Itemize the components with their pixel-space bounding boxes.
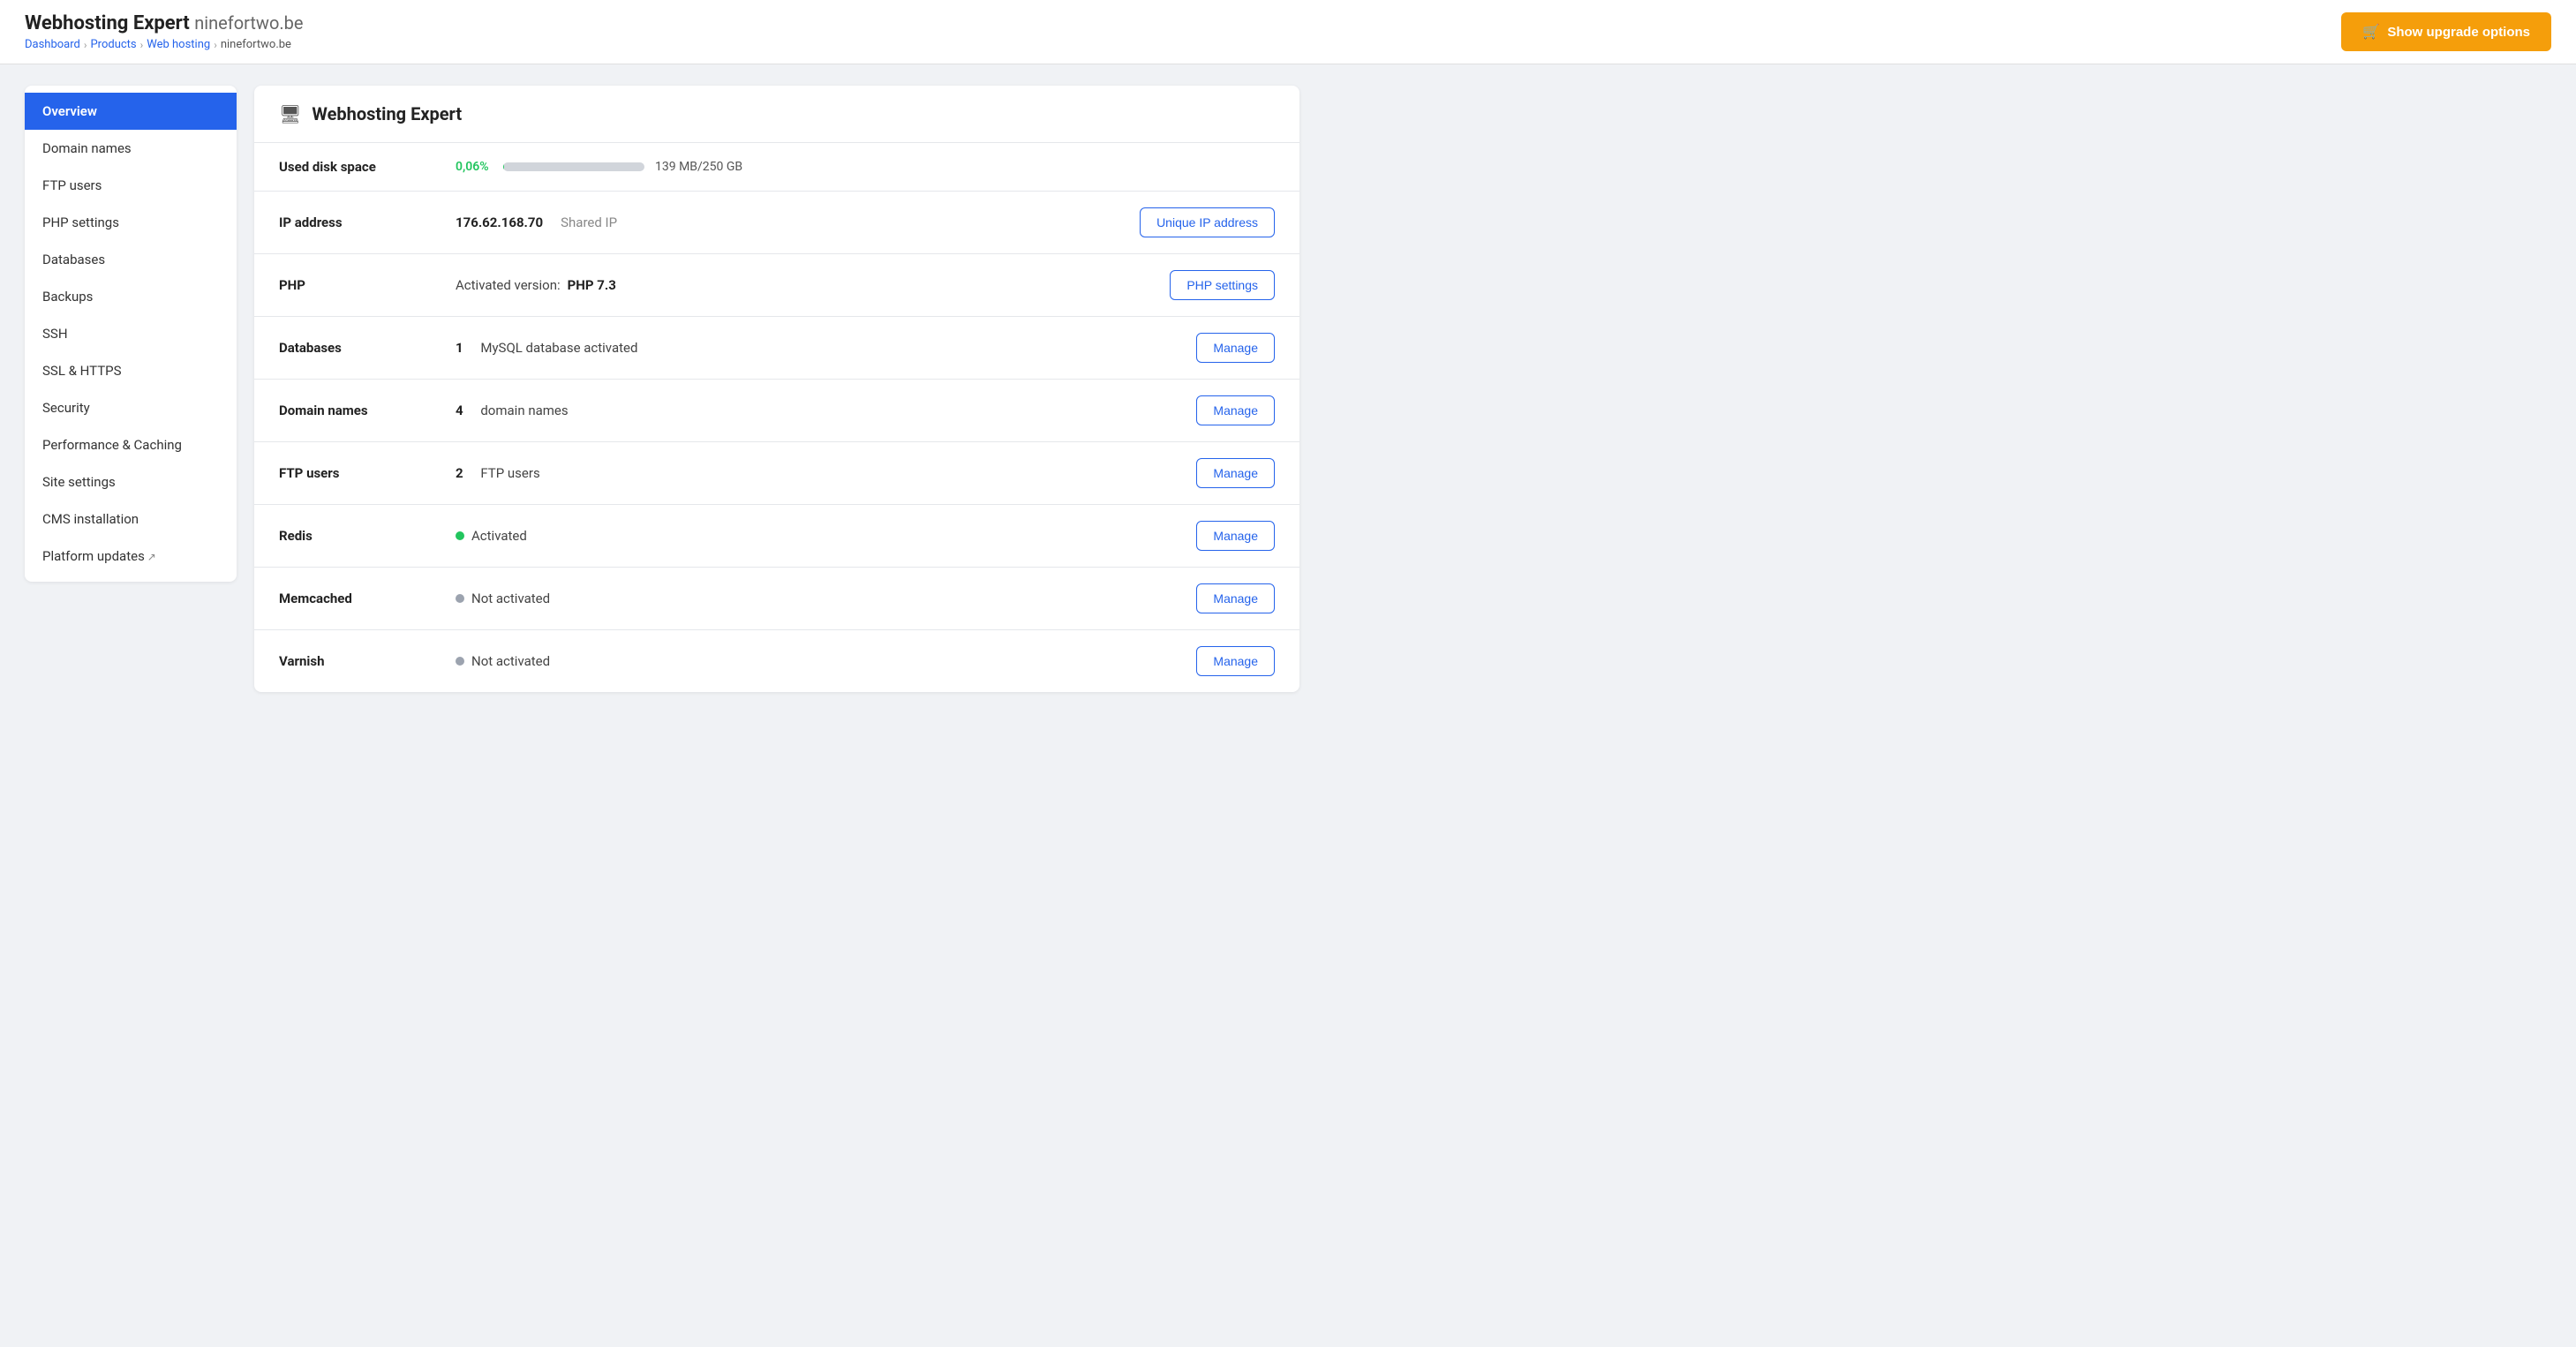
disk-space-value: 0,06% 139 MB/250 GB: [456, 160, 1275, 174]
sidebar-item-ssl-https[interactable]: SSL & HTTPS: [25, 352, 237, 389]
memcached-status-text: Not activated: [471, 591, 550, 606]
disk-space-row: Used disk space 0,06% 139 MB/250 GB: [254, 143, 1299, 192]
redis-status-text: Activated: [471, 528, 527, 544]
ftp-users-label: FTP users: [279, 465, 456, 481]
breadcrumb-current: ninefortwo.be: [221, 38, 291, 51]
sidebar-item-databases[interactable]: Databases: [25, 241, 237, 278]
domain-names-row: Domain names 4 domain names Manage: [254, 380, 1299, 442]
breadcrumb-products[interactable]: Products: [90, 38, 136, 51]
php-row: PHP Activated version: PHP 7.3 PHP setti…: [254, 254, 1299, 317]
ip-type: Shared IP: [561, 214, 617, 230]
breadcrumb-dashboard[interactable]: Dashboard: [25, 38, 80, 51]
server-icon: 🖥: [279, 103, 301, 124]
databases-manage-button[interactable]: Manage: [1196, 333, 1275, 363]
ftp-users-row: FTP users 2 FTP users Manage: [254, 442, 1299, 505]
php-version: PHP 7.3: [568, 277, 616, 293]
top-bar: Webhosting Expert ninefortwo.be Dashboar…: [0, 0, 2576, 64]
varnish-status-text: Not activated: [471, 653, 550, 669]
ftp-users-value: 2 FTP users: [456, 465, 1196, 481]
memcached-manage-button[interactable]: Manage: [1196, 583, 1275, 613]
memcached-value: Not activated: [456, 591, 1196, 606]
sidebar-item-cms-installation[interactable]: CMS installation: [25, 500, 237, 538]
redis-label: Redis: [279, 528, 456, 544]
varnish-status-dot: [456, 657, 464, 666]
sidebar-item-security[interactable]: Security: [25, 389, 237, 426]
breadcrumb: Dashboard › Products › Web hosting › nin…: [25, 38, 303, 51]
redis-manage-button[interactable]: Manage: [1196, 521, 1275, 551]
sidebar-item-domain-names[interactable]: Domain names: [25, 130, 237, 167]
domain-names-manage-button[interactable]: Manage: [1196, 395, 1275, 425]
memcached-label: Memcached: [279, 591, 456, 606]
varnish-row: Varnish Not activated Manage: [254, 630, 1299, 692]
databases-value: 1 MySQL database activated: [456, 340, 1196, 356]
php-settings-button[interactable]: PHP settings: [1170, 270, 1275, 300]
databases-label: Databases: [279, 340, 456, 356]
page-title: Webhosting Expert ninefortwo.be: [25, 12, 303, 34]
sidebar-item-overview[interactable]: Overview: [25, 93, 237, 130]
memcached-row: Memcached Not activated Manage: [254, 568, 1299, 630]
php-text-prefix: Activated version:: [456, 277, 561, 293]
redis-value: Activated: [456, 528, 1196, 544]
upgrade-button[interactable]: 🛒 Show upgrade options: [2341, 12, 2551, 51]
disk-percent: 0,06%: [456, 160, 493, 174]
sidebar: Overview Domain names FTP users PHP sett…: [25, 86, 237, 582]
varnish-label: Varnish: [279, 653, 456, 669]
databases-text: MySQL database activated: [480, 340, 637, 356]
unique-ip-button[interactable]: Unique IP address: [1140, 207, 1275, 237]
memcached-status-dot: [456, 594, 464, 603]
sidebar-item-platform-updates[interactable]: Platform updates: [25, 538, 237, 575]
ip-address-row: IP address 176.62.168.70 Shared IP Uniqu…: [254, 192, 1299, 254]
sidebar-item-performance-caching[interactable]: Performance & Caching: [25, 426, 237, 463]
databases-count: 1: [456, 340, 463, 356]
main-layout: Overview Domain names FTP users PHP sett…: [0, 64, 1324, 713]
page-title-area: Webhosting Expert ninefortwo.be Dashboar…: [25, 12, 303, 51]
varnish-manage-button[interactable]: Manage: [1196, 646, 1275, 676]
ftp-users-manage-button[interactable]: Manage: [1196, 458, 1275, 488]
redis-status-dot: [456, 531, 464, 540]
php-label: PHP: [279, 277, 456, 293]
domain-text: domain names: [480, 403, 568, 418]
sidebar-item-site-settings[interactable]: Site settings: [25, 463, 237, 500]
disk-bar: [503, 162, 644, 171]
content-panel: 🖥 Webhosting Expert Used disk space 0,06…: [254, 86, 1299, 692]
varnish-value: Not activated: [456, 653, 1196, 669]
disk-size: 139 MB/250 GB: [655, 160, 742, 174]
sidebar-item-php-settings[interactable]: PHP settings: [25, 204, 237, 241]
domain-names-label: Domain names: [279, 403, 456, 418]
sidebar-item-ssh[interactable]: SSH: [25, 315, 237, 352]
disk-space-label: Used disk space: [279, 159, 456, 175]
domain-count: 4: [456, 403, 463, 418]
sidebar-item-ftp-users[interactable]: FTP users: [25, 167, 237, 204]
redis-row: Redis Activated Manage: [254, 505, 1299, 568]
cart-icon: 🛒: [2362, 23, 2380, 41]
content-header: 🖥 Webhosting Expert: [254, 86, 1299, 143]
php-value: Activated version: PHP 7.3: [456, 277, 1170, 293]
ip-address-value: 176.62.168.70 Shared IP: [456, 214, 1140, 230]
ip-address-label: IP address: [279, 214, 456, 230]
breadcrumb-webhosting[interactable]: Web hosting: [147, 38, 210, 51]
ftp-text: FTP users: [480, 465, 539, 481]
ftp-count: 2: [456, 465, 463, 481]
content-title: Webhosting Expert: [312, 103, 462, 124]
domain-names-value: 4 domain names: [456, 403, 1196, 418]
databases-row: Databases 1 MySQL database activated Man…: [254, 317, 1299, 380]
ip-number: 176.62.168.70: [456, 214, 543, 230]
sidebar-item-backups[interactable]: Backups: [25, 278, 237, 315]
